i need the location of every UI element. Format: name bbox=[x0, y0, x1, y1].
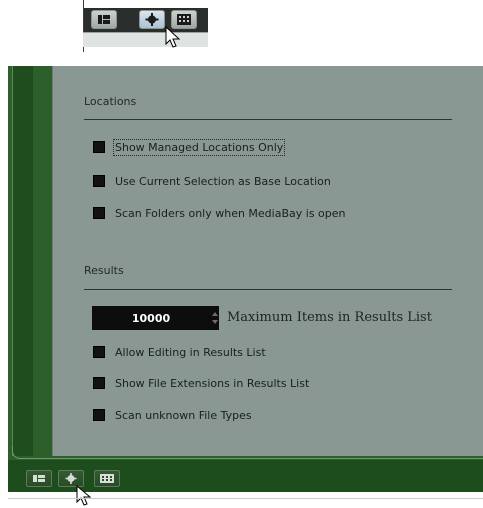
mediabay-settings-panel bbox=[8, 66, 483, 492]
gear-icon bbox=[65, 473, 77, 484]
stepper-up-icon[interactable] bbox=[211, 312, 218, 316]
checkbox[interactable] bbox=[93, 141, 105, 153]
option-allow-editing[interactable]: Allow Editing in Results List bbox=[93, 344, 266, 360]
locations-heading: Locations bbox=[84, 95, 137, 108]
option-scan-folders[interactable]: Scan Folders only when MediaBay is open bbox=[93, 205, 346, 221]
checkbox[interactable] bbox=[93, 175, 105, 187]
max-items-label: Maximum Items in Results List bbox=[227, 310, 432, 325]
option-use-current-selection[interactable]: Use Current Selection as Base Location bbox=[93, 173, 331, 189]
option-label: Show Managed Locations Only bbox=[112, 138, 286, 156]
panel-body bbox=[52, 66, 483, 456]
option-label: Allow Editing in Results List bbox=[115, 345, 266, 359]
bottom-divider bbox=[8, 498, 483, 499]
option-show-file-extensions[interactable]: Show File Extensions in Results List bbox=[93, 375, 309, 391]
grid-view-icon bbox=[100, 474, 114, 483]
settings-button[interactable] bbox=[139, 10, 165, 29]
option-label: Scan Folders only when MediaBay is open bbox=[115, 206, 346, 220]
checkbox[interactable] bbox=[93, 409, 105, 421]
stepper-arrows[interactable] bbox=[210, 306, 219, 330]
list-view-icon bbox=[98, 15, 110, 24]
option-label: Use Current Selection as Base Location bbox=[115, 174, 331, 188]
checkbox[interactable] bbox=[93, 377, 105, 389]
mouse-cursor-icon bbox=[76, 485, 92, 506]
checkbox[interactable] bbox=[93, 346, 105, 358]
mouse-cursor-icon bbox=[165, 26, 181, 48]
option-label: Scan unknown File Types bbox=[115, 408, 252, 422]
stepper-down-icon[interactable] bbox=[211, 320, 218, 324]
option-show-managed-locations[interactable]: Show Managed Locations Only bbox=[93, 138, 286, 156]
grid-view-button[interactable] bbox=[94, 470, 120, 487]
toolbar-rule bbox=[83, 32, 208, 47]
max-items-stepper[interactable]: 10000 bbox=[92, 306, 219, 330]
option-scan-unknown-types[interactable]: Scan unknown File Types bbox=[93, 407, 252, 423]
results-heading: Results bbox=[84, 264, 124, 277]
results-divider bbox=[84, 289, 452, 290]
list-view-button[interactable] bbox=[26, 470, 52, 487]
list-view-button[interactable] bbox=[91, 10, 117, 29]
checkbox[interactable] bbox=[93, 207, 105, 219]
zoomed-toolbar bbox=[83, 0, 208, 52]
locations-divider bbox=[84, 119, 452, 120]
panel-left-rail bbox=[12, 66, 33, 456]
list-view-icon bbox=[33, 475, 45, 482]
gear-icon bbox=[145, 13, 159, 26]
option-label: Show File Extensions in Results List bbox=[115, 376, 310, 390]
max-items-value[interactable]: 10000 bbox=[92, 312, 210, 325]
panel-frame-rule bbox=[12, 446, 483, 459]
